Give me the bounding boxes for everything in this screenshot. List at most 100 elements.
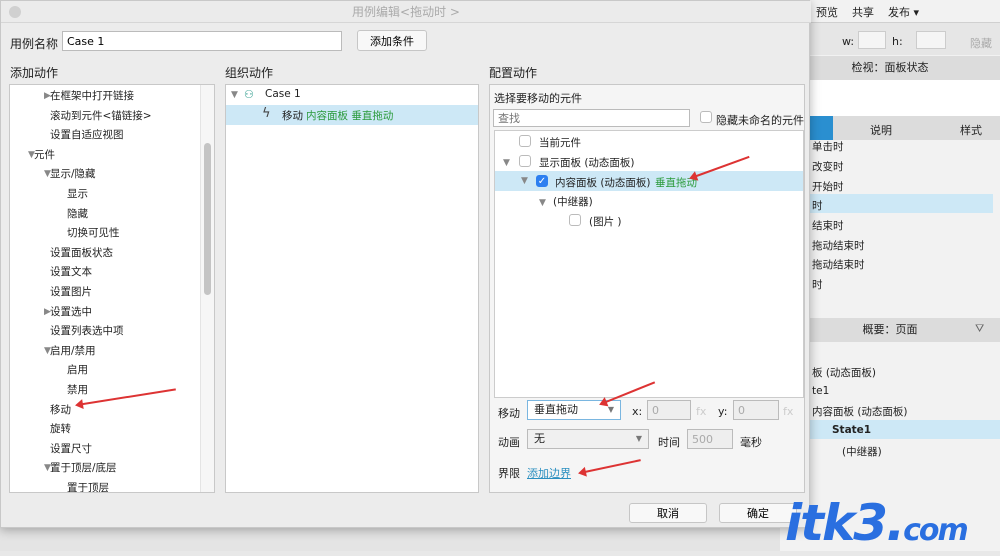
- tree-item-label: 内容面板 (动态面板): [555, 177, 651, 189]
- hide-unnamed-label: 隐藏未命名的元件: [716, 114, 804, 127]
- w-input[interactable]: [858, 31, 886, 49]
- action-list-item[interactable]: 设置尺寸: [50, 441, 92, 456]
- action-list-item[interactable]: 元件: [34, 147, 55, 162]
- tree-item-selected[interactable]: ▼ ✓ 内容面板 (动态面板) 垂直拖动: [495, 171, 803, 191]
- dialog-title: 用例编辑<拖动时 >: [1, 1, 811, 23]
- organize-action-panel: ▼ ⚇ Case 1 ϟ 移动 内容面板 垂直拖动: [225, 84, 479, 493]
- action-list-item[interactable]: 置于顶层/底层: [50, 460, 117, 475]
- event-item[interactable]: 拖动结束时: [812, 238, 865, 253]
- action-list-item[interactable]: 旋转: [50, 421, 71, 436]
- x-label: x:: [632, 405, 643, 418]
- add-bounds-link[interactable]: 添加边界: [527, 465, 571, 481]
- action-list-item[interactable]: 滚动到元件<锚链接>: [50, 108, 152, 123]
- search-input[interactable]: [493, 109, 690, 127]
- h-input[interactable]: [916, 31, 946, 49]
- tree-item[interactable]: 当前元件: [539, 135, 581, 150]
- event-item[interactable]: 时: [812, 198, 823, 213]
- tree-item[interactable]: (中继器): [553, 194, 593, 209]
- configure-action-panel: 选择要移动的元件 隐藏未命名的元件 当前元件 ▼ 显示面板 (动态面板) ▼ ✓…: [489, 84, 805, 493]
- action-list-item[interactable]: 隐藏: [67, 206, 88, 221]
- animation-select[interactable]: 无 ▼: [527, 429, 649, 449]
- time-input[interactable]: [687, 429, 733, 449]
- hidden-checkbox-label[interactable]: 隐藏: [970, 35, 992, 51]
- tree-checkbox[interactable]: [519, 135, 531, 147]
- ms-label: 毫秒: [740, 436, 762, 449]
- event-item[interactable]: 拖动结束时: [812, 257, 865, 272]
- outline-item[interactable]: 板 (动态面板): [812, 365, 876, 380]
- scrollbar-thumb[interactable]: [204, 143, 211, 295]
- organize-action-title: 组织动作: [225, 66, 274, 80]
- watermark-logo: itk3.com: [785, 494, 969, 552]
- tree-item[interactable]: (图片 ): [589, 214, 622, 229]
- y-fx-button[interactable]: fx: [783, 405, 793, 418]
- configure-action-title: 配置动作: [489, 66, 538, 80]
- action-list-item[interactable]: 显示/隐藏: [50, 166, 96, 181]
- hide-unnamed-checkbox[interactable]: [700, 111, 712, 123]
- case-name-label: 用例名称: [10, 37, 59, 51]
- share-button[interactable]: 共享: [852, 4, 874, 20]
- publish-button[interactable]: 发布 ▾: [888, 4, 919, 20]
- tree-item[interactable]: 显示面板 (动态面板): [539, 155, 635, 170]
- event-item[interactable]: 单击时: [812, 139, 844, 154]
- action-list-item[interactable]: 显示: [67, 186, 88, 201]
- scrollbar[interactable]: [200, 85, 214, 492]
- expand-arrow-icon[interactable]: ▼: [521, 176, 528, 186]
- x-input[interactable]: [647, 400, 691, 420]
- action-verb: 移动: [282, 110, 303, 122]
- case-name-input[interactable]: [62, 31, 342, 51]
- lightning-icon: ϟ: [262, 106, 271, 121]
- background-canvas: [0, 528, 780, 551]
- bounds-label: 界限: [498, 467, 520, 480]
- cancel-button[interactable]: 取消: [629, 503, 707, 523]
- action-list-item[interactable]: 设置选中: [50, 304, 92, 319]
- outline-item[interactable]: 内容面板 (动态面板): [812, 404, 908, 419]
- x-fx-button[interactable]: fx: [696, 405, 706, 418]
- action-list-item[interactable]: 设置文本: [50, 264, 92, 279]
- time-label: 时间: [658, 436, 680, 449]
- event-item[interactable]: 结束时: [812, 218, 844, 233]
- tab-notes[interactable]: 说明: [870, 122, 892, 138]
- h-label: h:: [892, 35, 903, 48]
- animation-label: 动画: [498, 436, 520, 449]
- expand-arrow-icon[interactable]: ▼: [539, 198, 546, 208]
- tree-checkbox-checked[interactable]: ✓: [536, 175, 548, 187]
- add-condition-button[interactable]: 添加条件: [357, 30, 427, 51]
- event-item[interactable]: 开始时: [812, 179, 844, 194]
- action-list-item[interactable]: 设置图片: [50, 284, 92, 299]
- action-list-item[interactable]: 设置面板状态: [50, 245, 113, 260]
- action-item[interactable]: ϟ 移动 内容面板 垂直拖动: [226, 105, 478, 125]
- action-list-item[interactable]: 置于顶层: [67, 480, 109, 492]
- preview-button[interactable]: 预览: [816, 4, 838, 20]
- action-list-item[interactable]: 在框架中打开链接: [50, 88, 134, 103]
- select-widget-title: 选择要移动的元件: [494, 92, 582, 105]
- tab-style[interactable]: 样式: [960, 122, 982, 138]
- outline-item[interactable]: State1: [832, 424, 871, 436]
- event-item[interactable]: 时: [812, 277, 823, 292]
- action-list-item[interactable]: 禁用: [67, 382, 88, 397]
- action-list-item[interactable]: 启用: [67, 362, 88, 377]
- case-item[interactable]: Case 1: [265, 88, 301, 100]
- action-list-item[interactable]: 设置自适应视图: [50, 127, 124, 142]
- event-item[interactable]: 改变时: [812, 159, 844, 174]
- case-editor-dialog: 用例编辑<拖动时 > 用例名称 添加条件 添加动作 组织动作 配置动作 ▶在框架…: [0, 0, 811, 528]
- tree-checkbox[interactable]: [519, 155, 531, 167]
- expand-arrow-icon[interactable]: ▼: [503, 158, 510, 168]
- inspect-title: 检视：面板状态: [780, 56, 1000, 80]
- add-action-list: ▶ 在框架中打开链接 滚动到元件<锚链接> 设置自适应视图 ▼ 元件 ▼ 显示/隐藏 显示 隐藏切…: [9, 84, 215, 493]
- outline-item[interactable]: te1: [812, 385, 829, 397]
- outline-item[interactable]: (中继器): [842, 444, 882, 459]
- action-list-item[interactable]: 启用/禁用: [50, 343, 96, 358]
- w-label: w:: [842, 35, 855, 48]
- action-list-item[interactable]: 设置列表选中项: [50, 323, 124, 338]
- action-list-item[interactable]: 移动: [50, 402, 71, 417]
- expand-arrow-icon[interactable]: ▼: [231, 90, 238, 100]
- tree-checkbox[interactable]: [569, 214, 581, 226]
- y-input[interactable]: [733, 400, 779, 420]
- action-list-item[interactable]: 切换可见性: [67, 225, 120, 240]
- filter-icon[interactable]: ⛛: [975, 322, 984, 336]
- outline-title: 概要：页面: [780, 318, 1000, 342]
- move-label: 移动: [498, 407, 520, 420]
- close-button[interactable]: [9, 6, 21, 18]
- background-inspector-panel: 预览 共享 发布 ▾ w: h: 隐藏 检视：面板状态 说明 样式 概要：页面 …: [780, 0, 1000, 551]
- case-icon: ⚇: [244, 88, 254, 101]
